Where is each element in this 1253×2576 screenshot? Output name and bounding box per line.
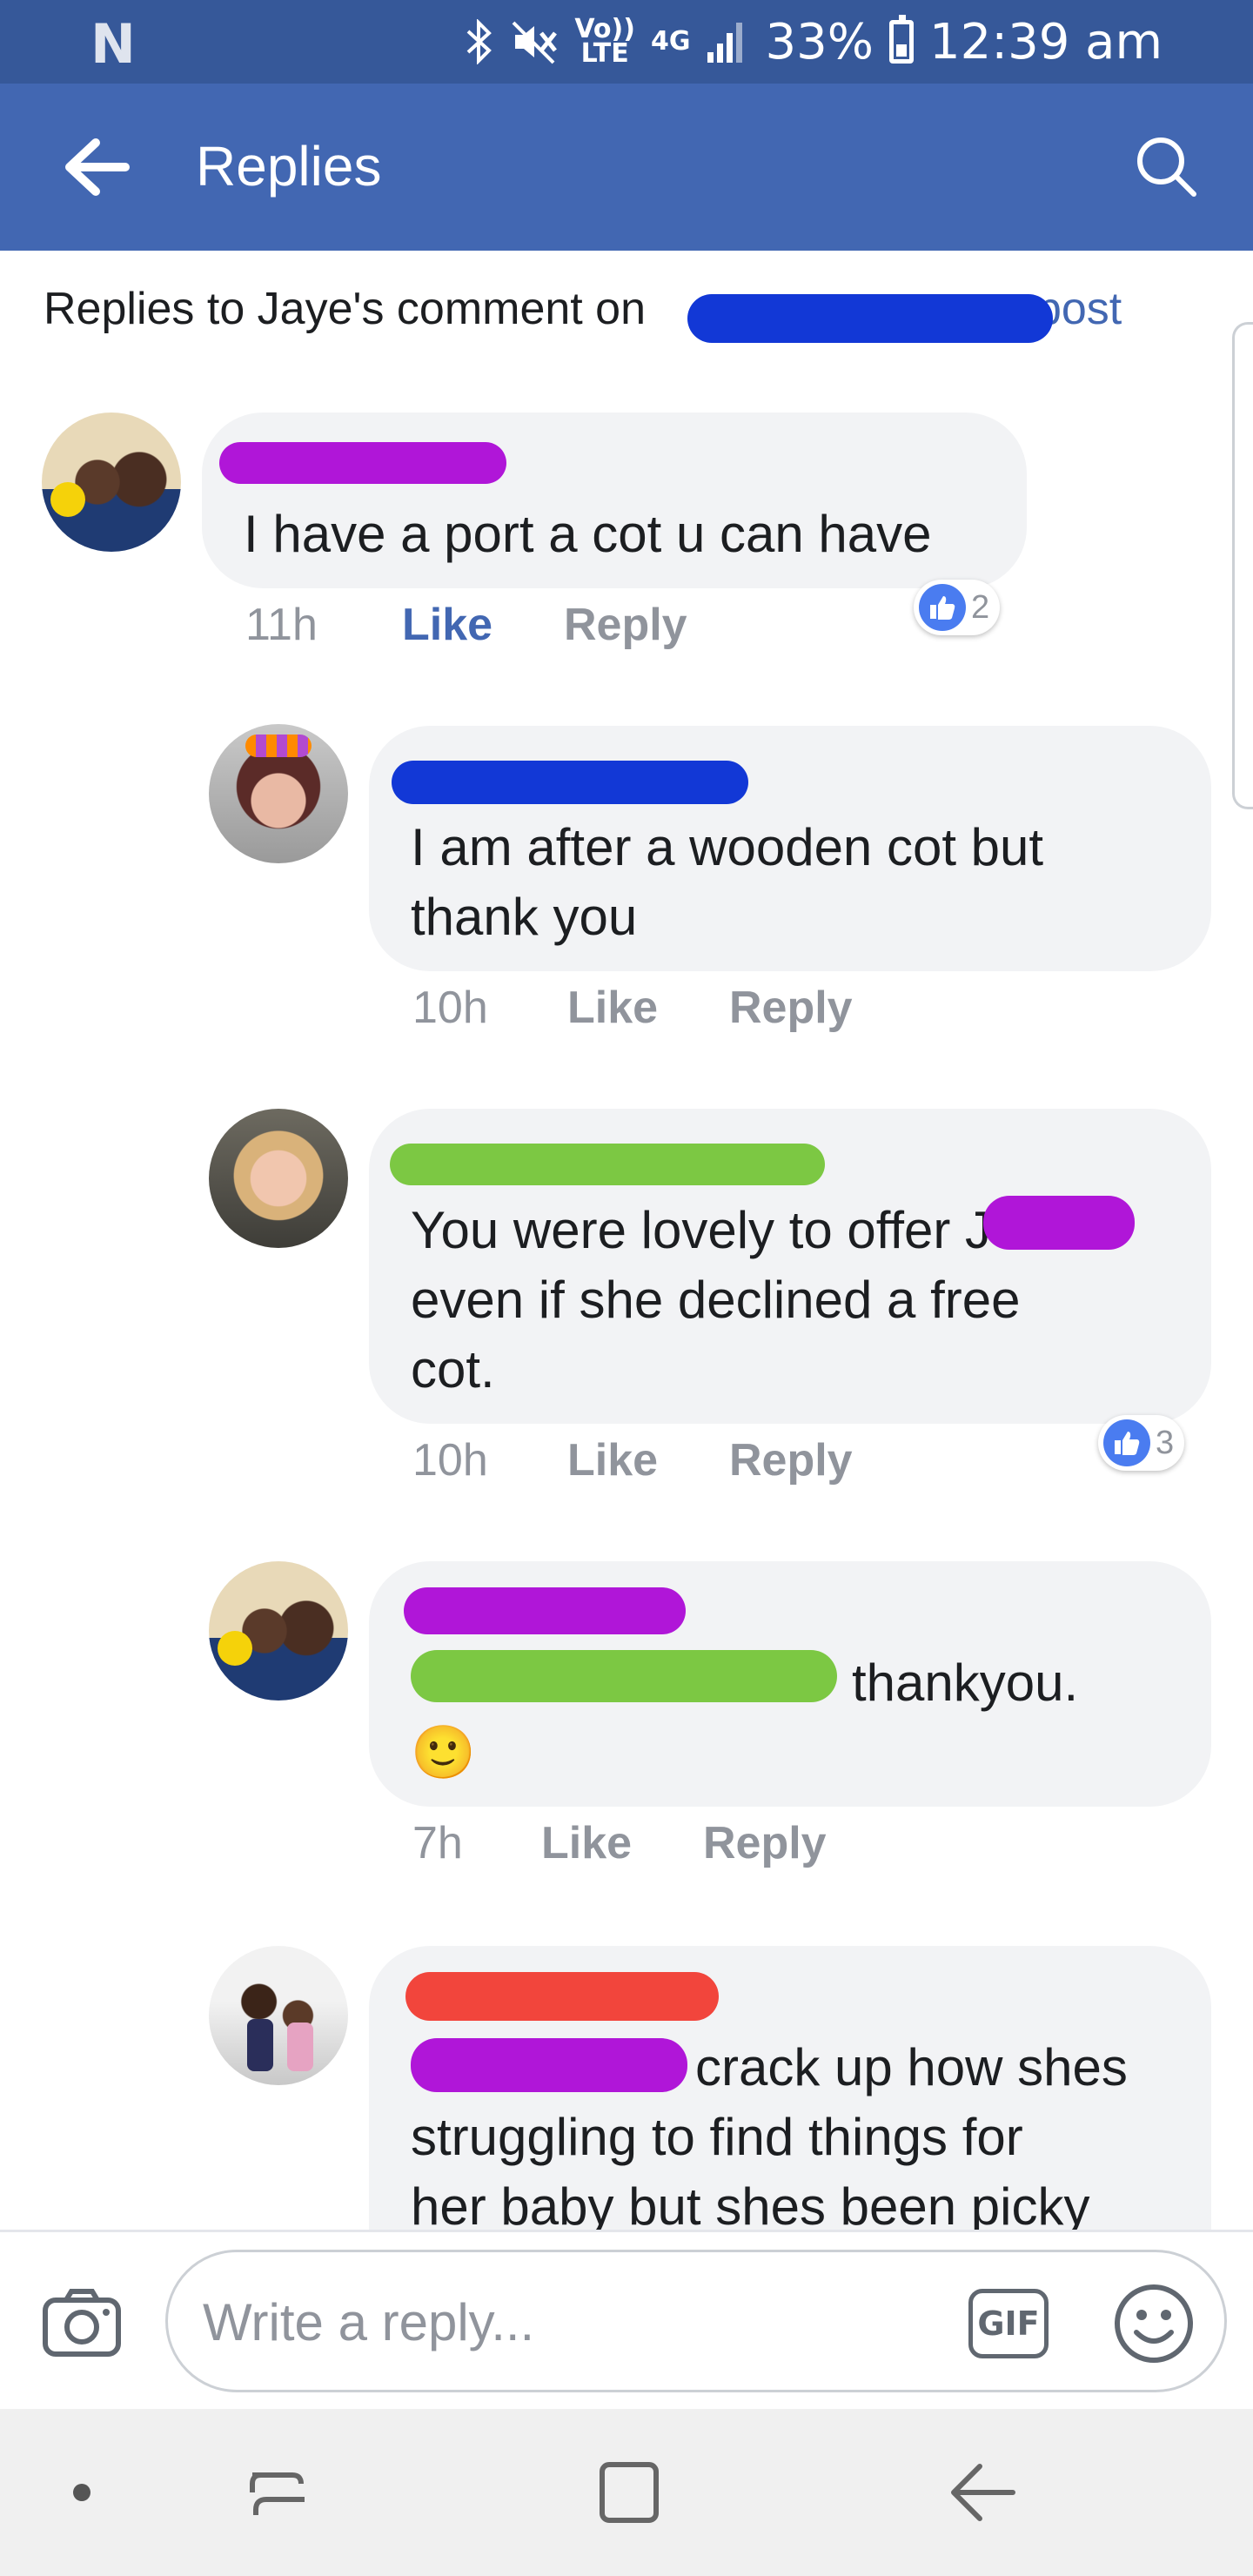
name-redacted — [983, 1196, 1135, 1250]
back-arrow-icon[interactable] — [61, 134, 131, 200]
comment-bubble[interactable]: thankyou. 🙂 — [369, 1561, 1211, 1807]
context-prefix: Replies to Jaye's comment on — [44, 284, 647, 334]
clock: 12:39 am — [928, 13, 1163, 70]
author-name-redacted — [405, 1972, 719, 2021]
mute-icon — [512, 21, 558, 64]
thumbs-up-icon — [919, 584, 966, 631]
reply-button[interactable]: Reply — [703, 1817, 827, 1869]
page-title: Replies — [196, 135, 382, 198]
author-name-redacted — [404, 1587, 686, 1634]
comment-actions: 11h Like Reply — [245, 599, 687, 651]
avatar[interactable] — [209, 724, 348, 863]
comment-text-line: thankyou. — [852, 1654, 1079, 1712]
bluetooth-icon — [467, 19, 492, 64]
reply-placeholder: Write a reply... — [203, 2293, 535, 2351]
battery-icon — [888, 15, 914, 64]
comment-text-line: crack up how shes — [695, 2038, 1128, 2096]
reaction-number: 2 — [971, 588, 990, 626]
comment-text-line: thank you — [411, 888, 638, 946]
comment-time: 7h — [412, 1818, 463, 1868]
comment-bubble[interactable]: I am after a wooden cot but thank you — [369, 726, 1211, 971]
status-bar: N Vo)) LTE 4G 33% 12:39 am — [0, 0, 1253, 84]
signal-icon — [707, 23, 743, 63]
search-icon[interactable] — [1131, 131, 1201, 201]
system-nav-bar — [0, 2409, 1253, 2576]
app-header: Replies — [0, 84, 1253, 251]
reaction-count[interactable]: 3 — [1098, 1415, 1185, 1471]
like-button[interactable]: Like — [402, 599, 564, 651]
reply-input[interactable]: Write a reply... GIF — [165, 2250, 1227, 2392]
reply-button[interactable]: Reply — [729, 1434, 853, 1486]
reaction-count[interactable]: 2 — [914, 580, 1001, 635]
avatar[interactable] — [42, 413, 181, 552]
comment-time: 10h — [412, 1435, 488, 1486]
emoji-icon[interactable] — [1112, 2282, 1196, 2365]
gif-button[interactable]: GIF — [968, 2289, 1049, 2358]
comment-actions: 7h Like Reply — [412, 1817, 827, 1869]
comment-bubble[interactable]: I have a port a cot u can have — [202, 413, 1027, 588]
reply-button[interactable]: Reply — [564, 599, 687, 651]
back-nav-icon[interactable] — [945, 2458, 1018, 2527]
author-name-redacted — [390, 1144, 825, 1185]
network-type: 4G — [650, 26, 691, 57]
comment-text-line: struggling to find things for — [411, 2108, 1023, 2166]
nav-dot-icon — [73, 2484, 90, 2501]
avatar[interactable] — [209, 1561, 348, 1701]
comment-time: 10h — [412, 983, 488, 1033]
comment-actions: 10h Like Reply — [412, 1434, 853, 1486]
like-button[interactable]: Like — [567, 982, 729, 1034]
notification-app-icon: N — [90, 12, 136, 76]
volte-indicator: Vo)) LTE — [574, 14, 635, 69]
reply-button[interactable]: Reply — [729, 982, 853, 1034]
recent-apps-icon[interactable] — [247, 2458, 310, 2527]
reply-composer: Write a reply... GIF — [0, 2230, 1253, 2409]
redaction-scribble — [687, 294, 1053, 343]
status-icons: Vo)) LTE 4G 33% 12:39 am — [465, 10, 1163, 73]
comment-actions: 10h Like Reply — [412, 982, 853, 1034]
camera-icon[interactable] — [40, 2281, 124, 2365]
thumbs-up-icon — [1103, 1419, 1150, 1466]
emoji: 🙂 — [411, 1723, 476, 1781]
reaction-number: 3 — [1156, 1424, 1175, 1461]
like-button[interactable]: Like — [541, 1817, 703, 1869]
comment-text-line: even if she declined a free — [411, 1271, 1021, 1329]
name-redacted — [411, 2038, 687, 2092]
home-icon[interactable] — [595, 2456, 665, 2529]
comment-text-line: You were lovely to offer J — [411, 1201, 992, 1259]
comment-text-line: I am after a wooden cot but — [411, 818, 1044, 876]
like-button[interactable]: Like — [567, 1434, 729, 1486]
comment-bubble[interactable]: You were lovely to offer J even if she d… — [369, 1109, 1211, 1424]
comment-time: 11h — [245, 600, 318, 650]
scrollbar[interactable] — [1232, 322, 1253, 809]
comment-text-line: her baby but shes been picky — [411, 2177, 1090, 2230]
avatar[interactable] — [209, 1946, 348, 2085]
name-redacted — [411, 1650, 837, 1702]
author-name-redacted — [219, 442, 506, 484]
avatar[interactable] — [209, 1109, 348, 1248]
battery-percent: 33% — [765, 13, 874, 70]
author-name-redacted — [392, 761, 748, 804]
comment-bubble[interactable]: crack up how shes struggling to find thi… — [369, 1946, 1211, 2230]
comment-text: I have a port a cot u can have — [244, 505, 932, 563]
comment-text-line: cot. — [411, 1340, 495, 1399]
